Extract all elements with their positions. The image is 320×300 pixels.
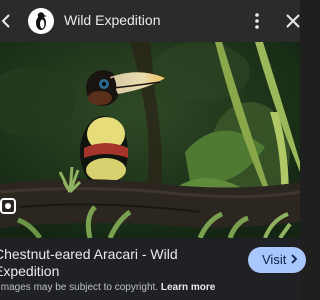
chevron-right-icon: [290, 247, 298, 273]
visit-label: Visit: [262, 252, 287, 267]
notice-text: Images may be subject to copyright.: [0, 282, 159, 293]
chevron-left-icon[interactable]: [0, 11, 14, 31]
site-avatar[interactable]: [28, 8, 54, 34]
lens-icon[interactable]: [0, 196, 18, 216]
visit-button[interactable]: Visit: [248, 247, 306, 273]
site-title: Wild Expedition: [64, 12, 161, 28]
close-icon[interactable]: [284, 11, 300, 31]
result-panel: Chestnut-eared Aracari - Wild Expedition…: [0, 238, 306, 300]
learn-more-link[interactable]: Learn more: [161, 282, 215, 293]
preview-image[interactable]: [0, 42, 300, 238]
copyright-notice: Images may be subject to copyright. Lear…: [0, 282, 215, 293]
result-title[interactable]: Chestnut-eared Aracari - Wild Expedition: [0, 246, 244, 280]
more-vert-icon[interactable]: [250, 11, 264, 31]
viewer-header: Wild Expedition: [0, 0, 300, 42]
penguin-logo: [36, 12, 47, 30]
